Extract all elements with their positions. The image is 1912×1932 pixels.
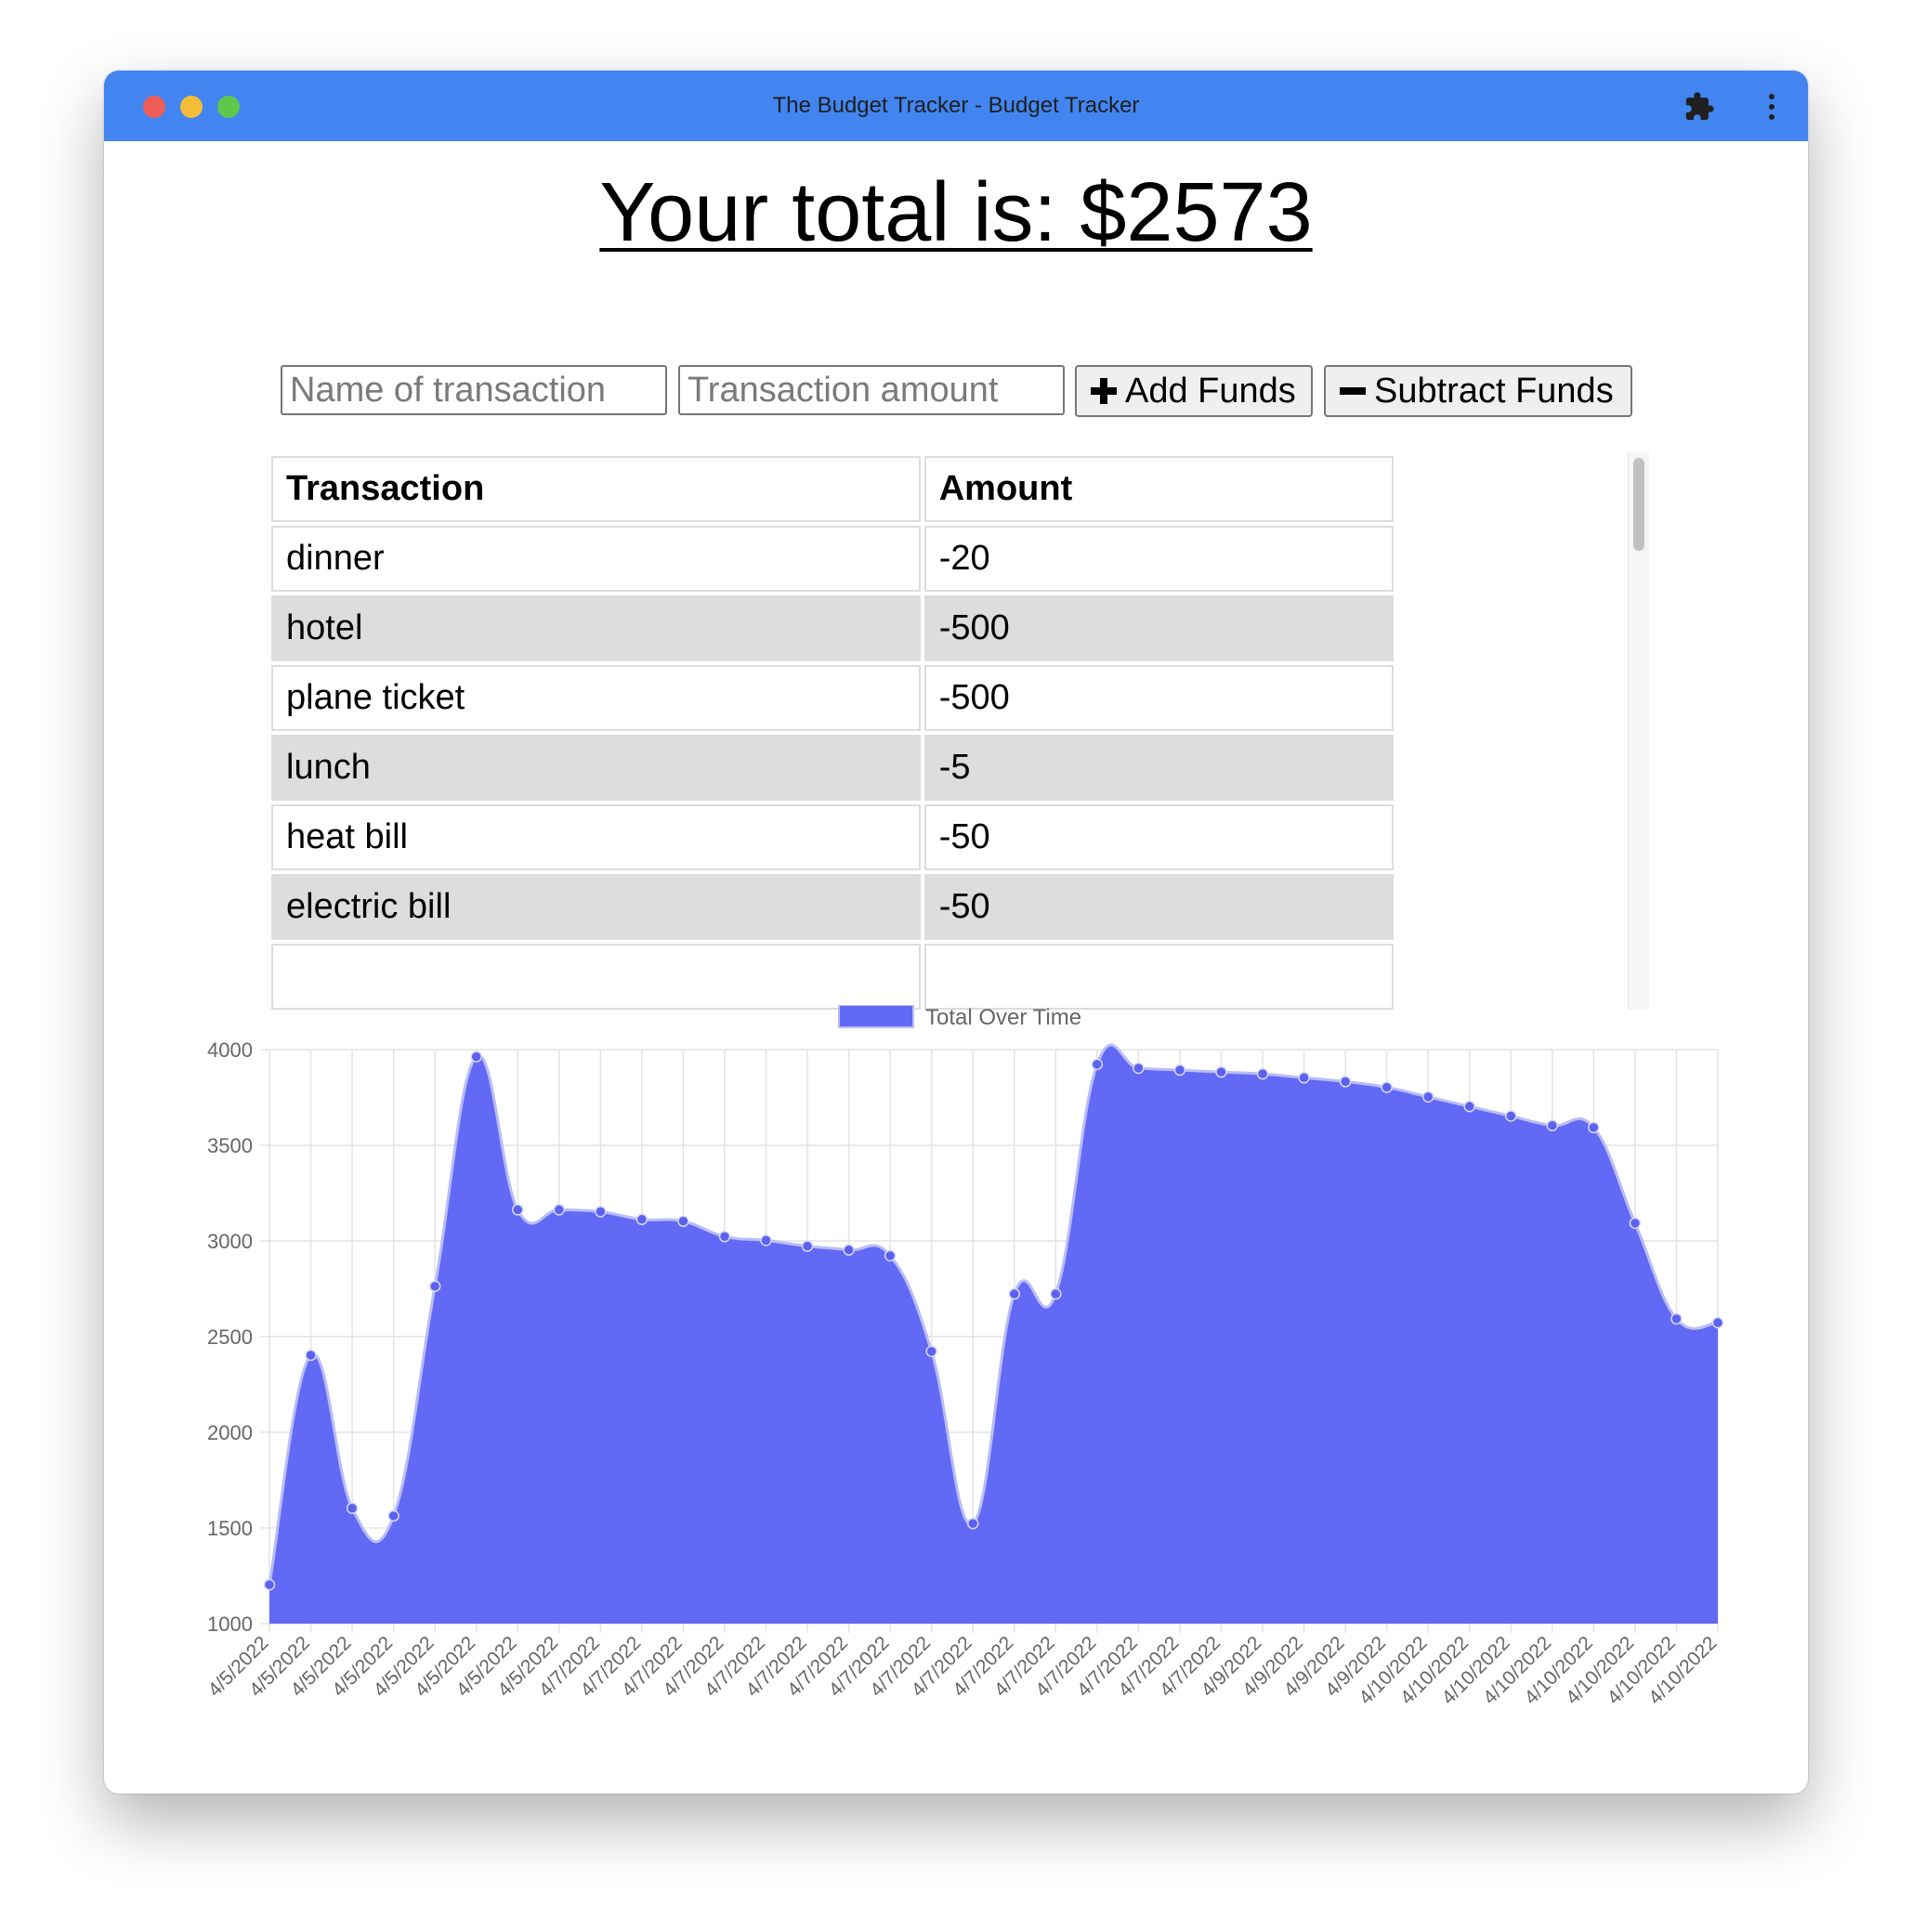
data-point <box>1505 1110 1517 1122</box>
data-point <box>387 1509 399 1522</box>
table-row: heat bill -50 <box>271 804 1394 870</box>
window-title: The Budget Tracker - Budget Tracker <box>772 93 1140 118</box>
transaction-name: electric bill <box>271 874 921 940</box>
legend-label: Total Over Time <box>925 1005 1081 1030</box>
plus-icon <box>1091 378 1117 404</box>
table-row: hotel -500 <box>271 595 1394 661</box>
data-point <box>966 1518 979 1530</box>
data-point <box>677 1215 689 1228</box>
transaction-amount: -50 <box>923 804 1394 870</box>
minus-icon <box>1340 387 1366 395</box>
data-point <box>1339 1076 1352 1088</box>
table-row: electric bill -50 <box>271 874 1394 940</box>
data-point <box>718 1231 731 1243</box>
transaction-amount: -500 <box>923 595 1394 661</box>
table-row: lunch -5 <box>271 735 1394 801</box>
data-point <box>1298 1072 1310 1084</box>
data-point <box>925 1345 937 1358</box>
transaction-amount: -5 <box>923 735 1394 801</box>
total-heading: Your total is: $2573 <box>599 166 1313 259</box>
data-point <box>1215 1065 1227 1078</box>
transaction-amount: -50 <box>923 874 1394 940</box>
data-point <box>1256 1067 1269 1080</box>
puzzle-extension-icon[interactable] <box>1683 91 1715 123</box>
table-row: dinner -20 <box>271 526 1394 592</box>
transaction-amount-input[interactable] <box>678 365 1065 415</box>
header-amount: Amount <box>923 456 1394 522</box>
subtract-funds-label: Subtract Funds <box>1374 371 1614 411</box>
y-tick-label: 2000 <box>207 1421 253 1444</box>
table-row <box>271 944 1394 1010</box>
data-point <box>470 1051 482 1063</box>
transaction-amount: -500 <box>923 665 1394 731</box>
browser-window: The Budget Tracker - Budget Tracker Your… <box>104 71 1808 1794</box>
transaction-name <box>271 944 921 1010</box>
data-point <box>595 1206 607 1218</box>
data-point <box>884 1249 897 1262</box>
data-point <box>1670 1312 1683 1325</box>
table-header-row: Transaction Amount <box>271 456 1394 522</box>
series-area <box>269 1045 1718 1624</box>
data-point <box>1381 1081 1393 1093</box>
title-bar: The Budget Tracker - Budget Tracker <box>104 71 1808 141</box>
data-point <box>1008 1287 1021 1300</box>
transaction-name: dinner <box>271 526 921 592</box>
data-point <box>1050 1287 1062 1300</box>
y-tick-label: 1500 <box>207 1517 253 1540</box>
total-over-time-chart: 40003500300025002000150010004/5/20224/5/… <box>203 1005 1724 1709</box>
add-funds-label: Add Funds <box>1125 371 1296 411</box>
data-point <box>428 1280 441 1293</box>
data-point <box>635 1213 648 1225</box>
data-point <box>760 1234 772 1247</box>
transactions-table: Transaction Amount dinner -20 hotel -500… <box>268 452 1397 1010</box>
data-point <box>512 1204 524 1216</box>
subtract-funds-button[interactable]: Subtract Funds <box>1324 365 1632 417</box>
data-point <box>1133 1062 1145 1075</box>
table-row: plane ticket -500 <box>271 665 1394 731</box>
table-scrollbar[interactable] <box>1628 452 1649 1010</box>
data-point <box>346 1502 359 1515</box>
y-tick-label: 4000 <box>207 1038 253 1062</box>
transaction-name: lunch <box>271 735 921 801</box>
data-point <box>305 1349 317 1362</box>
data-point <box>1463 1100 1475 1113</box>
legend-swatch <box>838 1005 914 1028</box>
header-transaction: Transaction <box>271 456 921 522</box>
data-point <box>263 1578 276 1591</box>
data-point <box>553 1204 566 1216</box>
transactions-table-container[interactable]: Transaction Amount dinner -20 hotel -500… <box>268 452 1650 1010</box>
page-content: Your total is: $2573 Add Funds Subtract … <box>104 141 1808 1794</box>
data-point <box>1173 1064 1186 1077</box>
data-point <box>843 1244 855 1256</box>
transaction-amount: -20 <box>923 526 1394 592</box>
data-point <box>1588 1121 1600 1134</box>
transaction-name-input[interactable] <box>281 365 667 415</box>
y-tick-label: 3500 <box>207 1134 253 1157</box>
add-funds-button[interactable]: Add Funds <box>1075 365 1313 417</box>
data-point <box>1629 1217 1642 1230</box>
y-tick-label: 2500 <box>207 1325 253 1349</box>
transaction-name: plane ticket <box>271 665 921 731</box>
transaction-name: hotel <box>271 595 921 661</box>
y-tick-label: 3000 <box>207 1230 253 1253</box>
transaction-amount <box>923 944 1394 1010</box>
scrollbar-thumb[interactable] <box>1633 458 1644 551</box>
transaction-name: heat bill <box>271 804 921 870</box>
y-tick-label: 1000 <box>207 1612 253 1636</box>
data-point <box>801 1240 814 1252</box>
data-point <box>1091 1058 1104 1071</box>
more-menu-icon[interactable] <box>1762 91 1781 123</box>
data-point <box>1711 1316 1724 1329</box>
data-point <box>1546 1119 1559 1132</box>
data-point <box>1421 1090 1434 1103</box>
